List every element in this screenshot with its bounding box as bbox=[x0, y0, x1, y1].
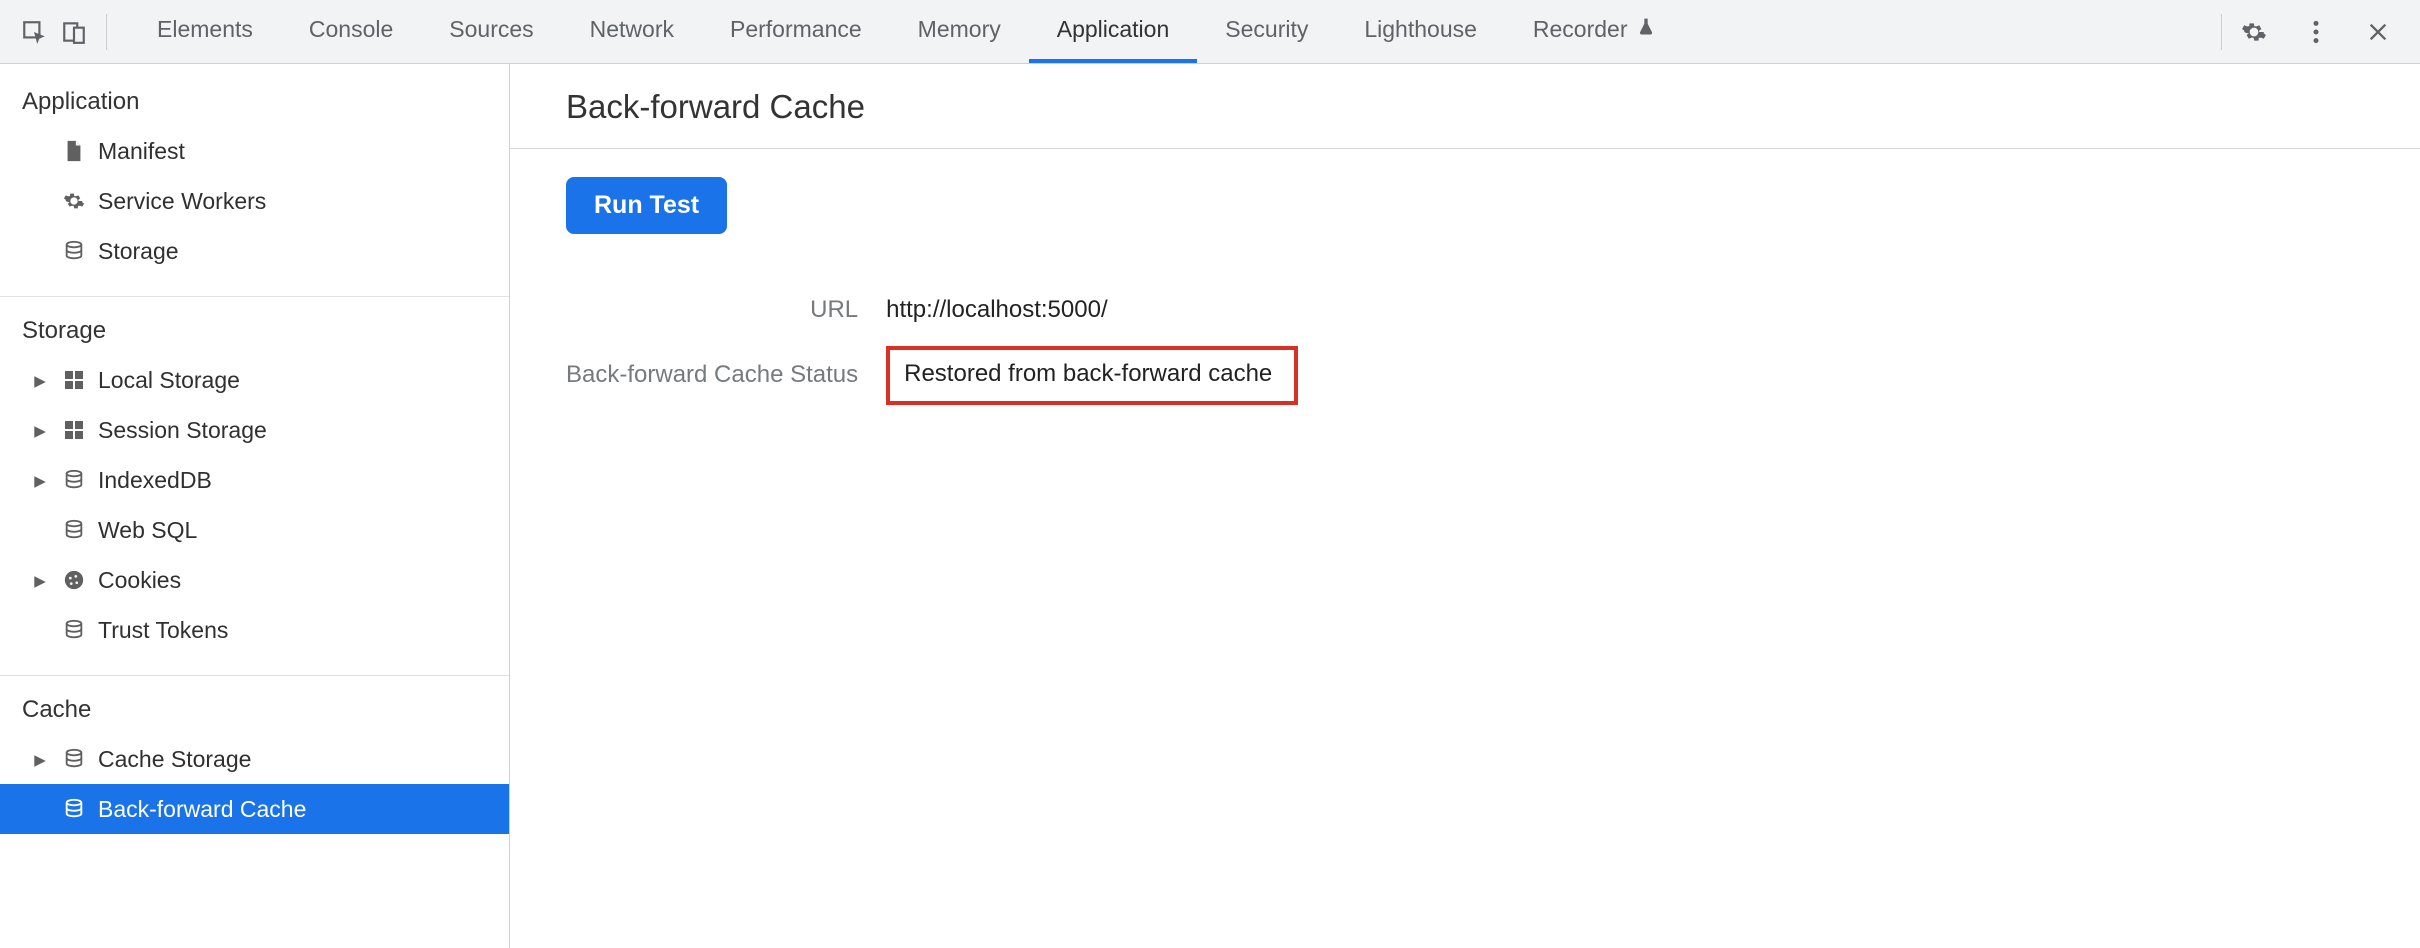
settings-icon[interactable] bbox=[2234, 12, 2274, 52]
grid-icon bbox=[60, 420, 88, 440]
sidebar-item-label: Storage bbox=[98, 238, 179, 265]
url-label: URL bbox=[566, 296, 886, 324]
status-label: Back-forward Cache Status bbox=[566, 346, 886, 405]
tab-memory[interactable]: Memory bbox=[890, 0, 1029, 63]
toolbar-separator bbox=[106, 14, 107, 50]
chevron-right-icon: ▸ bbox=[30, 567, 50, 594]
cookie-icon bbox=[60, 569, 88, 591]
sidebar-item-label: Cache Storage bbox=[98, 746, 251, 773]
devtools-tabs: Elements Console Sources Network Perform… bbox=[129, 0, 1684, 63]
tab-label: Security bbox=[1225, 16, 1308, 43]
sidebar-item-cookies[interactable]: ▸ Cookies bbox=[0, 555, 509, 605]
sidebar-item-manifest[interactable]: Manifest bbox=[0, 126, 509, 176]
tab-lighthouse[interactable]: Lighthouse bbox=[1336, 0, 1505, 63]
sidebar-item-label: Local Storage bbox=[98, 367, 240, 394]
more-icon[interactable] bbox=[2296, 12, 2336, 52]
device-toggle-icon[interactable] bbox=[54, 12, 94, 52]
tab-recorder[interactable]: Recorder bbox=[1505, 0, 1684, 63]
tab-application[interactable]: Application bbox=[1029, 0, 1198, 63]
sidebar-item-indexeddb[interactable]: ▸ IndexedDB bbox=[0, 455, 509, 505]
database-icon bbox=[60, 240, 88, 262]
sidebar-item-label: Session Storage bbox=[98, 417, 267, 444]
database-icon bbox=[60, 469, 88, 491]
toolbar-right bbox=[2234, 12, 2398, 52]
content-pane: Back-forward Cache Run Test URL http://l… bbox=[510, 64, 2420, 948]
sidebar-group-application: Application bbox=[0, 78, 509, 126]
sidebar-item-cache-storage[interactable]: ▸ Cache Storage bbox=[0, 734, 509, 784]
tab-label: Recorder bbox=[1533, 16, 1628, 43]
sidebar-item-label: Manifest bbox=[98, 138, 185, 165]
sidebar-item-local-storage[interactable]: ▸ Local Storage bbox=[0, 355, 509, 405]
devtools-toolbar: Elements Console Sources Network Perform… bbox=[0, 0, 2420, 64]
chevron-right-icon: ▸ bbox=[30, 746, 50, 773]
inspect-icon[interactable] bbox=[14, 12, 54, 52]
sidebar-item-label: Service Workers bbox=[98, 188, 266, 215]
sidebar-item-session-storage[interactable]: ▸ Session Storage bbox=[0, 405, 509, 455]
database-icon bbox=[60, 798, 88, 820]
chevron-right-icon: ▸ bbox=[30, 417, 50, 444]
tab-sources[interactable]: Sources bbox=[421, 0, 561, 63]
tab-label: Elements bbox=[157, 16, 253, 43]
close-icon[interactable] bbox=[2358, 12, 2398, 52]
database-icon bbox=[60, 519, 88, 541]
grid-icon bbox=[60, 370, 88, 390]
tab-label: Performance bbox=[730, 16, 862, 43]
chevron-right-icon: ▸ bbox=[30, 367, 50, 394]
tab-performance[interactable]: Performance bbox=[702, 0, 890, 63]
status-value: Restored from back-forward cache bbox=[886, 346, 1298, 405]
sidebar-item-label: Cookies bbox=[98, 567, 181, 594]
sidebar-item-label: IndexedDB bbox=[98, 467, 212, 494]
content-body: Run Test URL http://localhost:5000/ Back… bbox=[510, 149, 2420, 427]
content-header: Back-forward Cache bbox=[510, 64, 2420, 149]
tab-label: Sources bbox=[449, 16, 533, 43]
tab-label: Application bbox=[1057, 16, 1170, 43]
sidebar-item-service-workers[interactable]: Service Workers bbox=[0, 176, 509, 226]
flask-icon bbox=[1636, 16, 1656, 43]
main-area: Application Manifest Service Workers Sto… bbox=[0, 64, 2420, 948]
sidebar-item-trust-tokens[interactable]: Trust Tokens bbox=[0, 605, 509, 655]
run-test-button[interactable]: Run Test bbox=[566, 177, 727, 234]
sidebar-item-websql[interactable]: Web SQL bbox=[0, 505, 509, 555]
sidebar-item-back-forward-cache[interactable]: Back-forward Cache bbox=[0, 784, 509, 834]
sidebar-group-cache: Cache bbox=[0, 686, 509, 734]
gear-icon bbox=[60, 190, 88, 212]
tab-security[interactable]: Security bbox=[1197, 0, 1336, 63]
database-icon bbox=[60, 748, 88, 770]
page-title: Back-forward Cache bbox=[566, 88, 2420, 126]
tab-console[interactable]: Console bbox=[281, 0, 421, 63]
sidebar-item-storage[interactable]: Storage bbox=[0, 226, 509, 276]
tab-label: Memory bbox=[918, 16, 1001, 43]
sidebar-item-label: Back-forward Cache bbox=[98, 796, 306, 823]
sidebar-divider bbox=[0, 675, 509, 676]
sidebar-item-label: Trust Tokens bbox=[98, 617, 228, 644]
url-value: http://localhost:5000/ bbox=[886, 296, 1298, 324]
tab-label: Console bbox=[309, 16, 393, 43]
tab-label: Lighthouse bbox=[1364, 16, 1477, 43]
tab-label: Network bbox=[590, 16, 674, 43]
database-icon bbox=[60, 619, 88, 641]
sidebar-item-label: Web SQL bbox=[98, 517, 197, 544]
sidebar-group-storage: Storage bbox=[0, 307, 509, 355]
toolbar-separator bbox=[2221, 14, 2222, 50]
chevron-right-icon: ▸ bbox=[30, 467, 50, 494]
tab-elements[interactable]: Elements bbox=[129, 0, 281, 63]
document-icon bbox=[60, 140, 88, 162]
tab-network[interactable]: Network bbox=[562, 0, 702, 63]
application-sidebar: Application Manifest Service Workers Sto… bbox=[0, 64, 510, 948]
sidebar-divider bbox=[0, 296, 509, 297]
